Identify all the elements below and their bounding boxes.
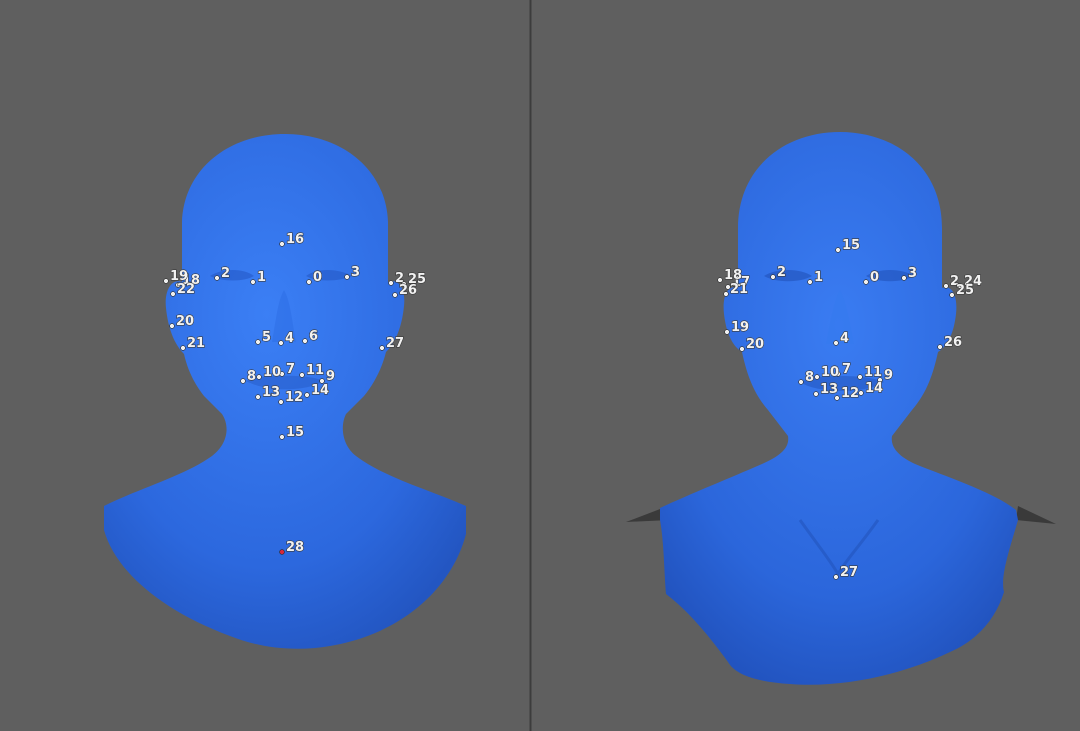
landmark-marker[interactable] xyxy=(813,391,819,397)
landmark-marker[interactable] xyxy=(835,247,841,253)
landmark-marker[interactable] xyxy=(299,372,305,378)
landmark-marker[interactable] xyxy=(255,394,261,400)
landmark-label: 3 xyxy=(908,266,917,281)
landmark-label: 22 xyxy=(177,282,195,297)
landmark-label: 26 xyxy=(944,335,962,350)
landmark-marker[interactable] xyxy=(717,277,723,283)
landmark-marker[interactable] xyxy=(256,374,262,380)
landmark-label: 0 xyxy=(313,270,322,285)
landmark-label: 9 xyxy=(884,368,893,383)
landmark-marker[interactable] xyxy=(306,279,312,285)
landmark-label: 28 xyxy=(286,540,304,555)
landmark-label: 11 xyxy=(306,363,324,378)
landmark-marker[interactable] xyxy=(279,241,285,247)
landmark-label: 12 xyxy=(841,386,859,401)
landmark-marker[interactable] xyxy=(170,291,176,297)
landmark-marker[interactable] xyxy=(304,392,310,398)
landmark-label: 18 xyxy=(724,268,742,283)
landmark-marker[interactable] xyxy=(857,374,863,380)
landmark-marker[interactable] xyxy=(770,274,776,280)
landmark-label: 27 xyxy=(386,336,404,351)
landmark-marker[interactable] xyxy=(723,291,729,297)
landmark-marker[interactable] xyxy=(344,274,350,280)
landmark-marker[interactable] xyxy=(833,340,839,346)
landmark-marker[interactable] xyxy=(214,275,220,281)
landmark-marker[interactable] xyxy=(180,345,186,351)
landmark-label: 21 xyxy=(187,336,205,351)
landmark-marker[interactable] xyxy=(798,379,804,385)
landmark-marker[interactable] xyxy=(250,279,256,285)
landmark-label: 21 xyxy=(730,282,748,297)
landmark-label: 0 xyxy=(870,270,879,285)
landmark-marker[interactable] xyxy=(240,378,246,384)
landmark-label: 7 xyxy=(286,362,295,377)
landmark-label: 6 xyxy=(309,329,318,344)
landmark-marker[interactable] xyxy=(858,390,864,396)
landmark-label: 27 xyxy=(840,565,858,580)
landmark-marker[interactable] xyxy=(302,338,308,344)
landmark-marker[interactable] xyxy=(278,340,284,346)
landmark-label: 1 xyxy=(814,270,823,285)
landmark-label: 12 xyxy=(285,390,303,405)
landmark-label: 9 xyxy=(326,369,335,384)
landmark-label: 16 xyxy=(286,232,304,247)
landmark-label: 13 xyxy=(820,382,838,397)
landmark-label: 15 xyxy=(842,238,860,253)
landmark-marker[interactable] xyxy=(807,279,813,285)
landmark-marker[interactable] xyxy=(279,549,285,555)
landmark-marker[interactable] xyxy=(943,283,949,289)
landmark-label: 1 xyxy=(257,270,266,285)
landmark-marker[interactable] xyxy=(279,434,285,440)
landmark-label: 11 xyxy=(864,365,882,380)
landmark-marker[interactable] xyxy=(255,339,261,345)
landmark-label: 14 xyxy=(311,383,329,398)
landmark-marker[interactable] xyxy=(937,344,943,350)
landmark-marker[interactable] xyxy=(163,278,169,284)
landmark-label: 10 xyxy=(821,365,839,380)
viewport-canvas[interactable]: 012 345 678 910 111213 14151618192021222 25262… xyxy=(0,0,1080,731)
landmark-marker[interactable] xyxy=(379,345,385,351)
landmark-label: 26 xyxy=(399,283,417,298)
landmark-label: 4 xyxy=(285,331,294,346)
landmark-label: 4 xyxy=(840,331,849,346)
landmark-marker[interactable] xyxy=(392,292,398,298)
landmark-marker[interactable] xyxy=(724,329,730,335)
landmark-label: 20 xyxy=(746,337,764,352)
viewer-window: 0 1 2 3 4 5 6 7 8 9 10 11 12 13 14 15 16 18 19 20 21 22 2 25 26 2… xyxy=(0,0,1080,731)
landmark-label: 15 xyxy=(286,425,304,440)
landmark-marker[interactable] xyxy=(388,280,394,286)
landmark-label: 10 xyxy=(263,365,281,380)
landmark-marker[interactable] xyxy=(833,574,839,580)
landmark-label: 20 xyxy=(176,314,194,329)
landmark-label: 2 xyxy=(221,266,230,281)
landmark-label: 25 xyxy=(956,283,974,298)
landmark-marker[interactable] xyxy=(901,275,907,281)
landmark-label: 8 xyxy=(805,370,814,385)
landmark-marker[interactable] xyxy=(739,346,745,352)
landmark-label: 14 xyxy=(865,381,883,396)
landmark-marker[interactable] xyxy=(169,323,175,329)
landmark-label: 5 xyxy=(262,330,271,345)
landmark-label: 19 xyxy=(731,320,749,335)
landmark-label: 2 xyxy=(777,265,786,280)
landmark-marker[interactable] xyxy=(949,292,955,298)
landmark-label: 8 xyxy=(247,369,256,384)
landmark-label: 7 xyxy=(842,362,851,377)
landmark-label: 13 xyxy=(262,385,280,400)
landmark-marker[interactable] xyxy=(278,399,284,405)
landmark-label: 3 xyxy=(351,265,360,280)
landmark-marker[interactable] xyxy=(863,279,869,285)
landmark-marker[interactable] xyxy=(814,374,820,380)
